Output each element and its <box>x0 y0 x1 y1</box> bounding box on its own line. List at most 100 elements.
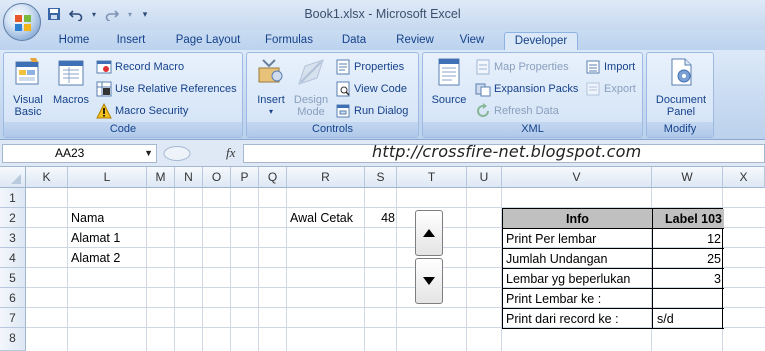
insert-control-icon <box>258 59 283 83</box>
name-box[interactable]: AA23 ▼ <box>2 144 157 163</box>
tab-developer[interactable]: Developer <box>504 32 578 50</box>
info-row-label[interactable]: Print Per lembar <box>503 229 653 249</box>
row-header-2[interactable]: 2 <box>0 208 26 228</box>
import-button[interactable]: Import <box>585 58 635 76</box>
macros-button[interactable]: Macros <box>50 56 92 106</box>
view-code-button[interactable]: View Code <box>335 80 407 98</box>
refresh-data-label: Refresh Data <box>494 105 559 117</box>
properties-button[interactable]: Properties <box>335 58 404 76</box>
modify-group-label: Modify <box>647 122 713 137</box>
column-header-s[interactable]: S <box>365 167 397 188</box>
info-table-row: Print Per lembar 12 <box>503 229 724 249</box>
spin-down-button[interactable] <box>415 258 443 304</box>
export-button[interactable]: Export <box>585 80 636 98</box>
column-header-q[interactable]: Q <box>259 167 287 188</box>
info-header-label[interactable]: Info <box>503 209 653 229</box>
run-dialog-button[interactable]: Run Dialog <box>335 102 408 120</box>
row-header-7[interactable]: 7 <box>0 308 26 328</box>
document-panel-icon <box>671 58 692 86</box>
tab-view[interactable]: View <box>452 32 492 50</box>
document-panel-button[interactable]: Document Panel <box>649 56 713 118</box>
column-header-m[interactable]: M <box>147 167 175 188</box>
tab-formulas[interactable]: Formulas <box>258 32 320 50</box>
design-mode-label-2: Mode <box>297 106 325 118</box>
tab-data[interactable]: Data <box>334 32 374 50</box>
visual-basic-label-2: Basic <box>14 106 42 118</box>
document-panel-label-2: Panel <box>666 106 696 118</box>
info-row-label[interactable]: Print Lembar ke : <box>503 289 653 309</box>
tab-page-layout[interactable]: Page Layout <box>166 32 250 50</box>
info-header-value[interactable]: Label 103 <box>653 209 724 229</box>
column-header-n[interactable]: N <box>175 167 203 188</box>
row-header-8[interactable]: 8 <box>0 328 26 351</box>
column-header-t[interactable]: T <box>397 167 467 188</box>
expansion-packs-button[interactable]: Expansion Packs <box>475 80 578 98</box>
info-row-label[interactable]: Print dari record ke : <box>503 309 653 329</box>
design-mode-icon <box>298 59 324 85</box>
column-header-u[interactable]: U <box>467 167 502 188</box>
spin-up-button[interactable] <box>415 210 443 256</box>
chevron-down-icon: ▾ <box>268 107 273 116</box>
info-table-row: Print Lembar ke : <box>503 289 724 309</box>
cell-l3[interactable]: Alamat 1 <box>71 228 120 248</box>
relative-references-label: Use Relative References <box>115 83 237 95</box>
column-header-r[interactable]: R <box>287 167 365 188</box>
column-header-v[interactable]: V <box>502 167 652 188</box>
column-header-x[interactable]: X <box>723 167 765 188</box>
refresh-icon <box>477 103 489 117</box>
visual-basic-button[interactable]: Visual Basic <box>8 56 48 118</box>
column-header-l[interactable]: L <box>68 167 147 188</box>
tab-home[interactable]: Home <box>52 32 96 50</box>
row-header-1[interactable]: 1 <box>0 188 26 208</box>
expansion-packs-label: Expansion Packs <box>494 83 579 95</box>
office-button[interactable] <box>3 3 41 41</box>
splitter-handle-icon[interactable] <box>162 145 192 162</box>
info-row-value[interactable]: s/d <box>653 309 724 329</box>
design-mode-button[interactable]: Design Mode <box>291 56 331 118</box>
macro-security-button[interactable]: Macro Security <box>96 102 188 120</box>
visual-basic-label-1: Visual <box>13 94 43 106</box>
column-header-p[interactable]: P <box>231 167 259 188</box>
cell-r2[interactable]: Awal Cetak <box>290 208 353 228</box>
info-row-label[interactable]: Lembar yg beperlukan <box>503 269 653 289</box>
info-row-value[interactable] <box>653 289 724 309</box>
title-bar: ▾ ▾ ▾ Book1.xlsx - Microsoft Excel <box>0 0 765 30</box>
cell-l4[interactable]: Alamat 2 <box>71 248 120 268</box>
info-row-label[interactable]: Jumlah Undangan <box>503 249 653 269</box>
import-label: Import <box>604 61 636 73</box>
column-header-k[interactable]: K <box>26 167 68 188</box>
map-properties-icon <box>476 59 490 75</box>
row-header-4[interactable]: 4 <box>0 248 26 268</box>
info-row-value[interactable]: 3 <box>653 269 724 289</box>
row-header-3[interactable]: 3 <box>0 228 26 248</box>
office-logo-icon <box>15 15 31 31</box>
map-properties-label: Map Properties <box>494 61 569 73</box>
refresh-data-button[interactable]: Refresh Data <box>475 102 559 120</box>
column-header-o[interactable]: O <box>203 167 231 188</box>
controls-group: Insert ▾ Design Mode Properties View Cod… <box>246 52 419 138</box>
tab-insert[interactable]: Insert <box>108 32 154 50</box>
cell-l2[interactable]: Nama <box>71 208 104 228</box>
record-macro-button[interactable]: Record Macro <box>96 58 184 76</box>
row-header-6[interactable]: 6 <box>0 288 26 308</box>
expansion-packs-icon <box>475 83 491 97</box>
properties-icon <box>336 59 350 75</box>
column-header-w[interactable]: W <box>652 167 723 188</box>
code-group-label: Code <box>4 122 242 137</box>
map-properties-button[interactable]: Map Properties <box>475 58 569 76</box>
chevron-down-icon[interactable]: ▼ <box>144 145 153 162</box>
cell-s2[interactable]: 48 <box>365 208 395 228</box>
info-table-row: Jumlah Undangan 25 <box>503 249 724 269</box>
relative-references-button[interactable]: Use Relative References <box>96 80 237 98</box>
info-row-value[interactable]: 25 <box>653 249 724 269</box>
source-icon <box>438 58 460 86</box>
insert-function-button[interactable]: fx <box>226 145 235 161</box>
source-button[interactable]: Source <box>427 56 471 106</box>
insert-control-button[interactable]: Insert ▾ <box>251 56 291 118</box>
info-row-value[interactable]: 12 <box>653 229 724 249</box>
tab-review[interactable]: Review <box>388 32 442 50</box>
export-icon <box>586 82 600 96</box>
modify-group: Document Panel Modify <box>646 52 714 138</box>
row-header-5[interactable]: 5 <box>0 268 26 288</box>
select-all-corner[interactable] <box>0 167 26 188</box>
